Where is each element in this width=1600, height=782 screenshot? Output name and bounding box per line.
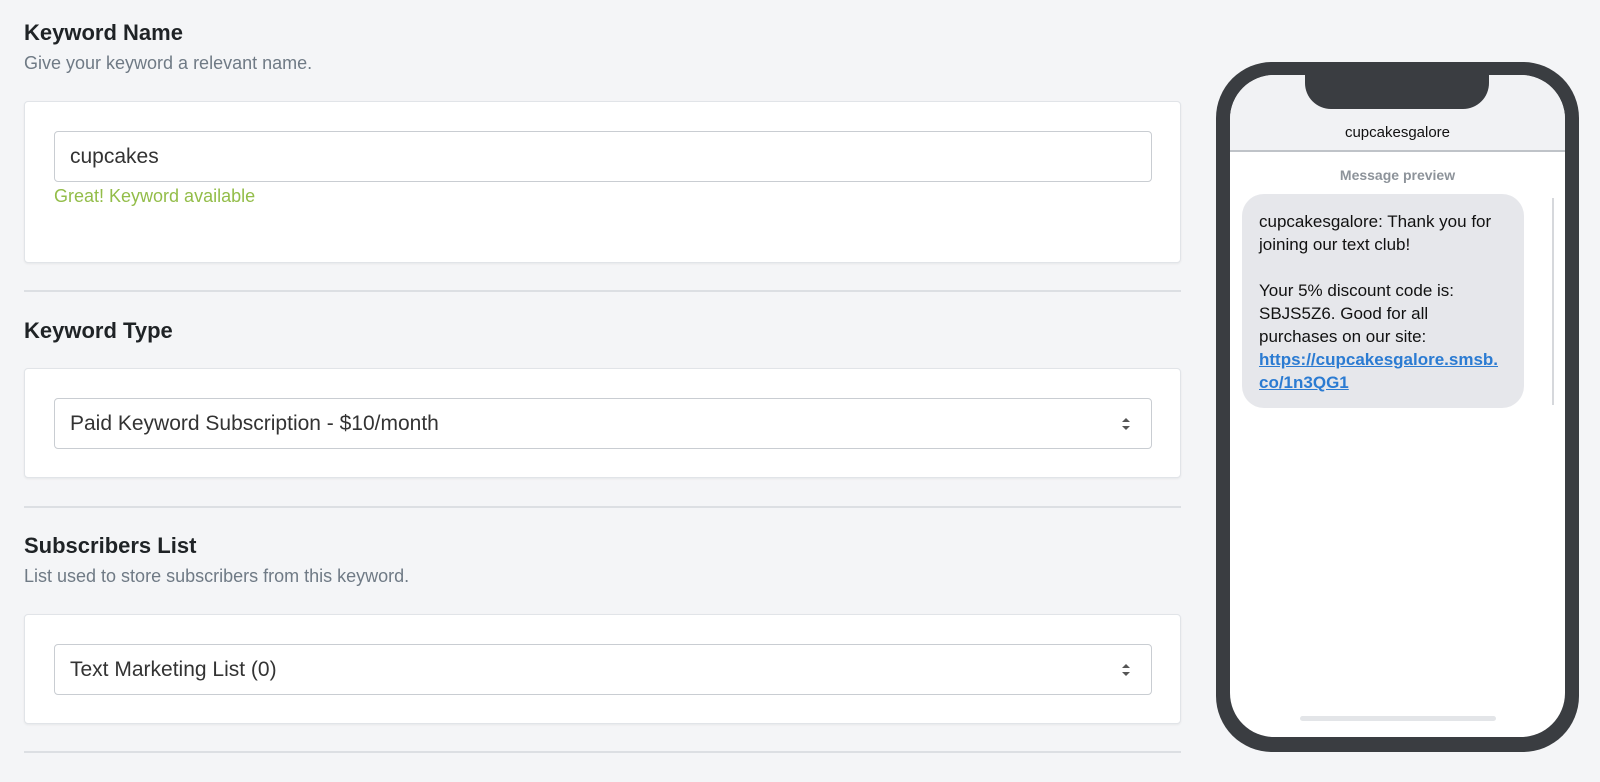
subscribers-list-card: Text Marketing List (0) [24, 614, 1181, 724]
subscribers-list-selected-value: Text Marketing List (0) [70, 658, 277, 681]
subscribers-list-title: Subscribers List [24, 533, 197, 558]
sender-name: cupcakesgalore [1344, 124, 1451, 141]
subscribers-list-description: List used to store subscribers from this… [24, 566, 410, 586]
section-divider [24, 751, 1181, 753]
section-divider [24, 290, 1181, 292]
keyword-type-card: Paid Keyword Subscription - $10/month [24, 368, 1181, 478]
section-divider [24, 506, 1181, 508]
message-bubble: cupcakesgalore: Thank you for joining ou… [1242, 194, 1524, 408]
keyword-name-title: Keyword Name [24, 20, 183, 45]
subscribers-list-select[interactable]: Text Marketing List (0) [54, 644, 1152, 695]
home-indicator [1300, 716, 1496, 721]
phone-screen: cupcakesgalore Message preview cupcakesg… [1230, 75, 1565, 737]
keyword-available-message: Great! Keyword available [54, 186, 256, 206]
keyword-type-select[interactable]: Paid Keyword Subscription - $10/month [54, 398, 1152, 449]
keyword-type-selected-value: Paid Keyword Subscription - $10/month [70, 412, 439, 435]
message-preview-label: Message preview [1339, 167, 1456, 183]
phone-preview: cupcakesgalore Message preview cupcakesg… [1216, 62, 1579, 752]
message-text-line1: cupcakesgalore: Thank you for joining ou… [1259, 212, 1492, 254]
message-text-line2: Your 5% discount code is: SBJS5Z6. Good … [1259, 281, 1454, 346]
phone-header: cupcakesgalore [1230, 75, 1565, 152]
message-link[interactable]: https://cupcakesgalore.smsb.co/1n3QG1 [1259, 350, 1498, 392]
keyword-type-title: Keyword Type [24, 318, 173, 343]
keyword-name-input[interactable]: cupcakes [54, 131, 1152, 182]
keyword-name-card: cupcakes Great! Keyword available [24, 101, 1181, 263]
phone-notch [1305, 75, 1489, 109]
select-arrows-icon [1122, 418, 1130, 430]
keyword-name-description: Give your keyword a relevant name. [24, 53, 313, 73]
scrollbar[interactable] [1552, 198, 1554, 405]
select-arrows-icon [1122, 664, 1130, 676]
